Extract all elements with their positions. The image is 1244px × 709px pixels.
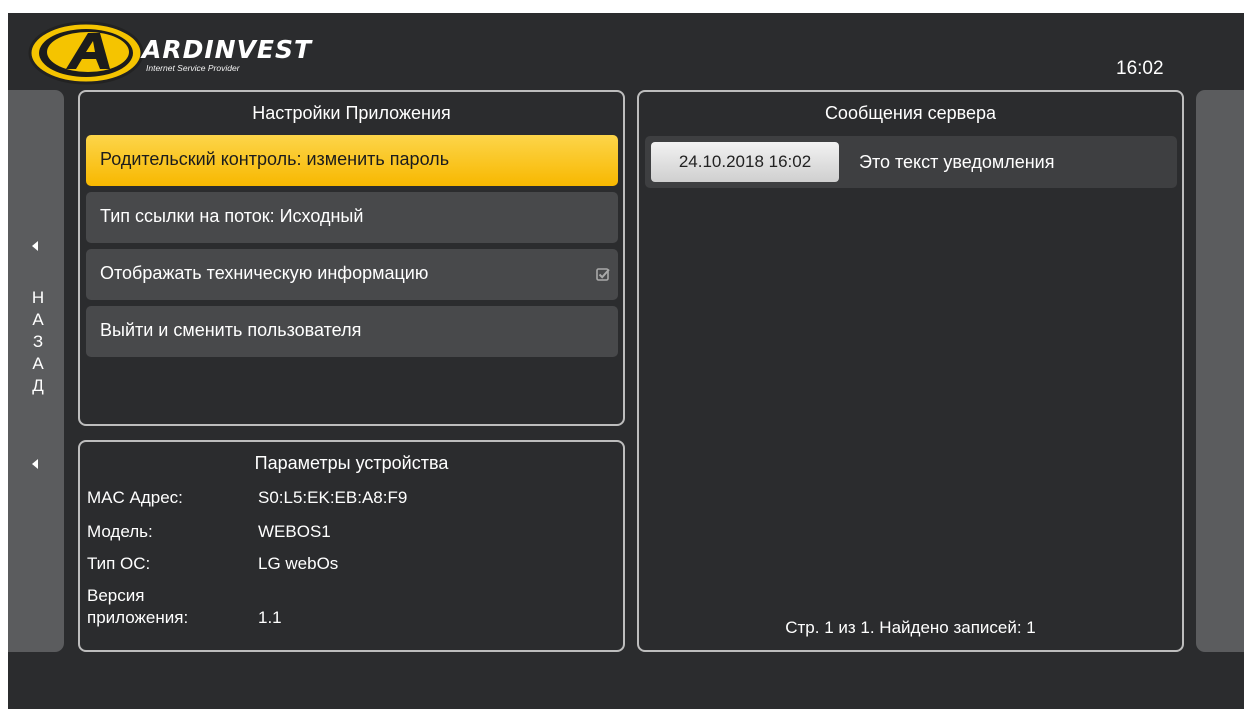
menu-item-show-tech-info[interactable]: Отображать техническую информацию bbox=[86, 249, 618, 300]
app-version-value: 1.1 bbox=[258, 608, 282, 627]
device-title: Параметры устройства bbox=[254, 453, 449, 473]
arrow-left-icon bbox=[32, 459, 38, 469]
mac-value: S0:L5:EK:EB:A8:F9 bbox=[258, 488, 408, 507]
model-value: WEBOS1 bbox=[258, 522, 331, 541]
brand-name: ARDINVEST bbox=[142, 35, 313, 64]
back-letter: А bbox=[32, 310, 44, 329]
menu-item-label: Родительский контроль: изменить пароль bbox=[100, 149, 450, 169]
menu-item-label: Выйти и сменить пользователя bbox=[100, 320, 362, 340]
app-version-label-line1: Версия bbox=[87, 586, 145, 605]
ardinvest-logo-icon bbox=[28, 21, 144, 85]
message-date: 24.10.2018 16:02 bbox=[651, 142, 839, 182]
message-text: Это текст уведомления bbox=[859, 152, 1055, 172]
brand-subtitle: Internet Service Provider bbox=[146, 63, 240, 73]
device-panel: Параметры устройства MAC Адрес: S0:L5:EK… bbox=[78, 440, 625, 652]
brand: ARDINVEST Internet Service Provider bbox=[142, 37, 312, 73]
os-label: Тип ОС: bbox=[87, 554, 151, 573]
messages-panel: Сообщения сервера 24.10.2018 16:02 Это т… bbox=[637, 90, 1184, 652]
settings-panel: Настройки Приложения Родительский контро… bbox=[78, 90, 625, 426]
app-version-label-line2: приложения: bbox=[87, 608, 189, 627]
mac-label: MAC Адрес: bbox=[87, 488, 183, 507]
arrow-left-icon bbox=[32, 241, 38, 251]
menu-item-parental-control[interactable]: Родительский контроль: изменить пароль bbox=[86, 135, 618, 186]
settings-title: Настройки Приложения bbox=[252, 103, 451, 123]
os-value: LG webOs bbox=[258, 554, 339, 573]
menu-item-logout[interactable]: Выйти и сменить пользователя bbox=[86, 306, 618, 357]
back-letter: З bbox=[32, 332, 44, 351]
menu-item-label: Отображать техническую информацию bbox=[100, 263, 429, 283]
app-screen: ARDINVEST Internet Service Provider 16:0… bbox=[8, 13, 1244, 709]
menu-item-label: Тип ссылки на поток: Исходный bbox=[100, 206, 364, 226]
back-button[interactable]: Н А З А Д bbox=[8, 90, 64, 652]
model-label: Модель: bbox=[87, 522, 153, 541]
back-label: Н А З А Д bbox=[28, 287, 48, 397]
messages-pager: Стр. 1 из 1. Найдено записей: 1 bbox=[785, 618, 1036, 637]
forward-panel[interactable] bbox=[1196, 90, 1244, 652]
clock: 16:02 bbox=[1116, 58, 1164, 79]
menu-item-stream-link-type[interactable]: Тип ссылки на поток: Исходный bbox=[86, 192, 618, 243]
checkbox-checked-icon[interactable] bbox=[596, 267, 610, 281]
back-letter: А bbox=[32, 354, 44, 373]
back-letter: Д bbox=[32, 376, 44, 395]
back-letter: Н bbox=[31, 288, 45, 307]
messages-title: Сообщения сервера bbox=[824, 103, 997, 123]
message-row[interactable]: 24.10.2018 16:02 Это текст уведомления bbox=[645, 136, 1177, 188]
